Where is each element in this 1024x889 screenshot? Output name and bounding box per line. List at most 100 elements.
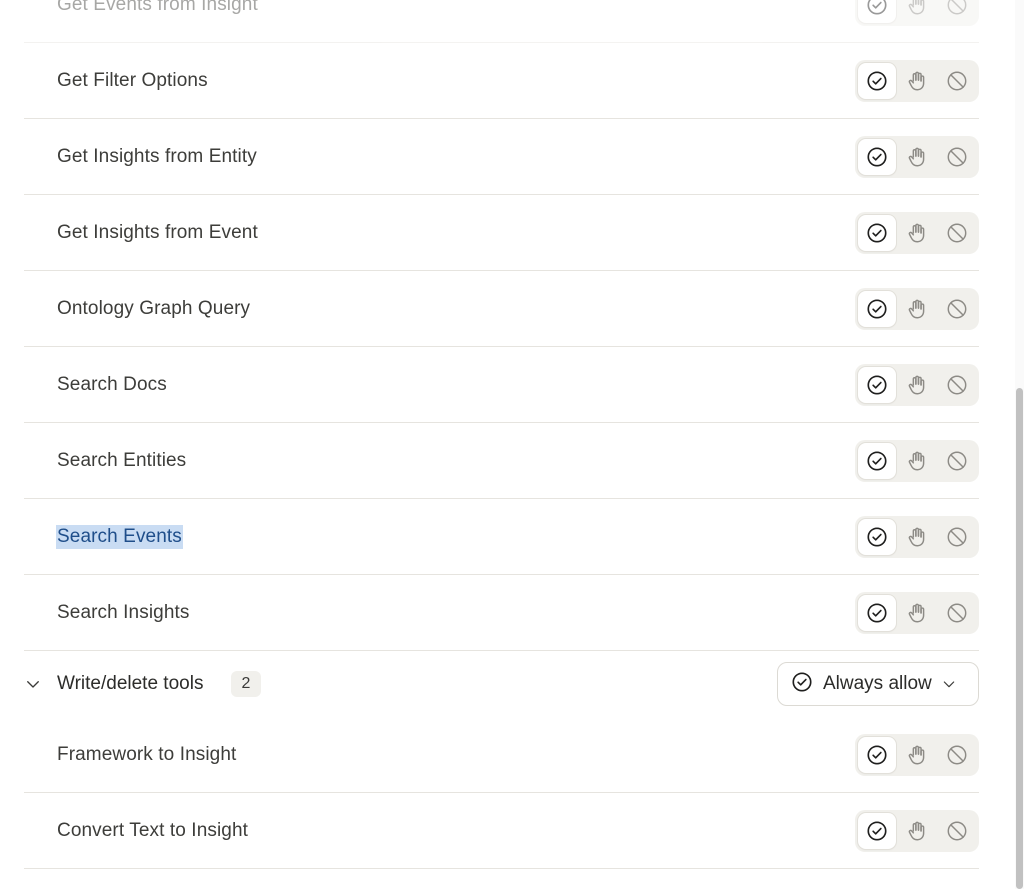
tool-name: Search Entities [57, 449, 187, 471]
needs-approval-button[interactable] [898, 595, 936, 631]
check-circle-icon [867, 222, 887, 243]
check-circle-icon [867, 374, 887, 395]
section-header-write-delete-tools: Write/delete tools 2 Always allow [24, 651, 979, 717]
hand-icon [908, 821, 925, 840]
tool-row: Search Docs [24, 347, 979, 423]
tool-row: Get Events from Insight [24, 0, 979, 43]
always-allow-button[interactable] [858, 594, 896, 631]
hand-icon [908, 223, 925, 242]
always-allow-button[interactable] [858, 442, 896, 479]
tool-name: Search Events [56, 524, 183, 549]
block-icon [947, 603, 967, 622]
tool-row: Framework to Insight [24, 717, 979, 793]
hand-icon [908, 527, 925, 546]
tool-name: Framework to Insight [57, 743, 237, 765]
tool-name: Get Insights from Entity [57, 145, 257, 167]
block-button[interactable] [938, 519, 976, 555]
block-button[interactable] [938, 367, 976, 403]
check-circle-icon [867, 298, 887, 319]
permission-selector [855, 287, 979, 330]
permission-selector [855, 0, 979, 26]
block-button[interactable] [938, 443, 976, 479]
block-icon [947, 0, 967, 14]
tool-name: Convert Text to Insight [57, 819, 248, 841]
check-circle-icon [791, 671, 813, 698]
block-button[interactable] [938, 595, 976, 631]
needs-approval-button[interactable] [898, 291, 936, 327]
block-icon [947, 71, 967, 90]
scrollbar-thumb[interactable] [1016, 388, 1023, 889]
tool-row: Search Insights [24, 575, 979, 651]
check-circle-icon [867, 744, 887, 765]
block-button[interactable] [938, 291, 976, 327]
permission-selector [855, 211, 979, 254]
permission-selector [855, 439, 979, 482]
needs-approval-button[interactable] [898, 0, 936, 23]
block-button[interactable] [938, 215, 976, 251]
block-button[interactable] [938, 813, 976, 849]
block-icon [947, 451, 967, 470]
hand-icon [908, 451, 925, 470]
tool-row: Get Insights from Entity [24, 119, 979, 195]
tool-count-badge: 2 [231, 671, 261, 697]
needs-approval-button[interactable] [898, 367, 936, 403]
always-allow-button[interactable] [858, 366, 896, 403]
tool-name: Search Insights [57, 601, 190, 623]
section-permission-dropdown[interactable]: Always allow [777, 662, 979, 706]
needs-approval-button[interactable] [898, 443, 936, 479]
check-circle-icon [867, 70, 887, 91]
permission-selector [855, 809, 979, 852]
check-circle-icon [867, 526, 887, 547]
tool-row: Get Filter Options [24, 43, 979, 119]
tool-row: Ontology Graph Query [24, 271, 979, 347]
permission-selector [855, 363, 979, 406]
dropdown-label: Always allow [823, 673, 932, 694]
permission-selector [855, 59, 979, 102]
hand-icon [908, 0, 925, 14]
check-circle-icon [867, 450, 887, 471]
tool-name: Get Insights from Event [57, 221, 258, 243]
block-icon [947, 821, 967, 840]
always-allow-button[interactable] [858, 736, 896, 773]
needs-approval-button[interactable] [898, 519, 936, 555]
check-circle-icon [867, 0, 887, 15]
always-allow-button[interactable] [858, 812, 896, 849]
permission-selector [855, 591, 979, 634]
needs-approval-button[interactable] [898, 737, 936, 773]
chevron-down-icon[interactable] [24, 675, 42, 693]
tool-row: Get Insights from Event [24, 195, 979, 271]
hand-icon [908, 71, 925, 90]
tool-permissions-panel: Get Events from Insight Get Filter Option… [0, 0, 1024, 889]
tool-name: Search Docs [57, 373, 167, 395]
block-button[interactable] [938, 139, 976, 175]
always-allow-button[interactable] [858, 518, 896, 555]
tool-list: Get Events from Insight Get Filter Option… [24, 0, 979, 869]
chevron-down-icon [941, 676, 957, 692]
tool-row: Convert Text to Insight [24, 793, 979, 869]
hand-icon [908, 603, 925, 622]
block-icon [947, 527, 967, 546]
always-allow-button[interactable] [858, 214, 896, 251]
hand-icon [908, 147, 925, 166]
needs-approval-button[interactable] [898, 813, 936, 849]
always-allow-button[interactable] [858, 62, 896, 99]
permission-selector [855, 515, 979, 558]
tool-name: Ontology Graph Query [57, 297, 251, 319]
block-button[interactable] [938, 0, 976, 23]
needs-approval-button[interactable] [898, 139, 936, 175]
block-icon [947, 223, 967, 242]
hand-icon [908, 745, 925, 764]
tool-name: Get Filter Options [57, 69, 208, 91]
always-allow-button[interactable] [858, 138, 896, 175]
check-circle-icon [867, 602, 887, 623]
always-allow-button[interactable] [858, 290, 896, 327]
block-button[interactable] [938, 63, 976, 99]
block-icon [947, 375, 967, 394]
block-button[interactable] [938, 737, 976, 773]
permission-selector [855, 733, 979, 776]
check-circle-icon [867, 820, 887, 841]
needs-approval-button[interactable] [898, 215, 936, 251]
needs-approval-button[interactable] [898, 63, 936, 99]
scrollbar[interactable] [1015, 0, 1024, 889]
always-allow-button[interactable] [858, 0, 896, 23]
